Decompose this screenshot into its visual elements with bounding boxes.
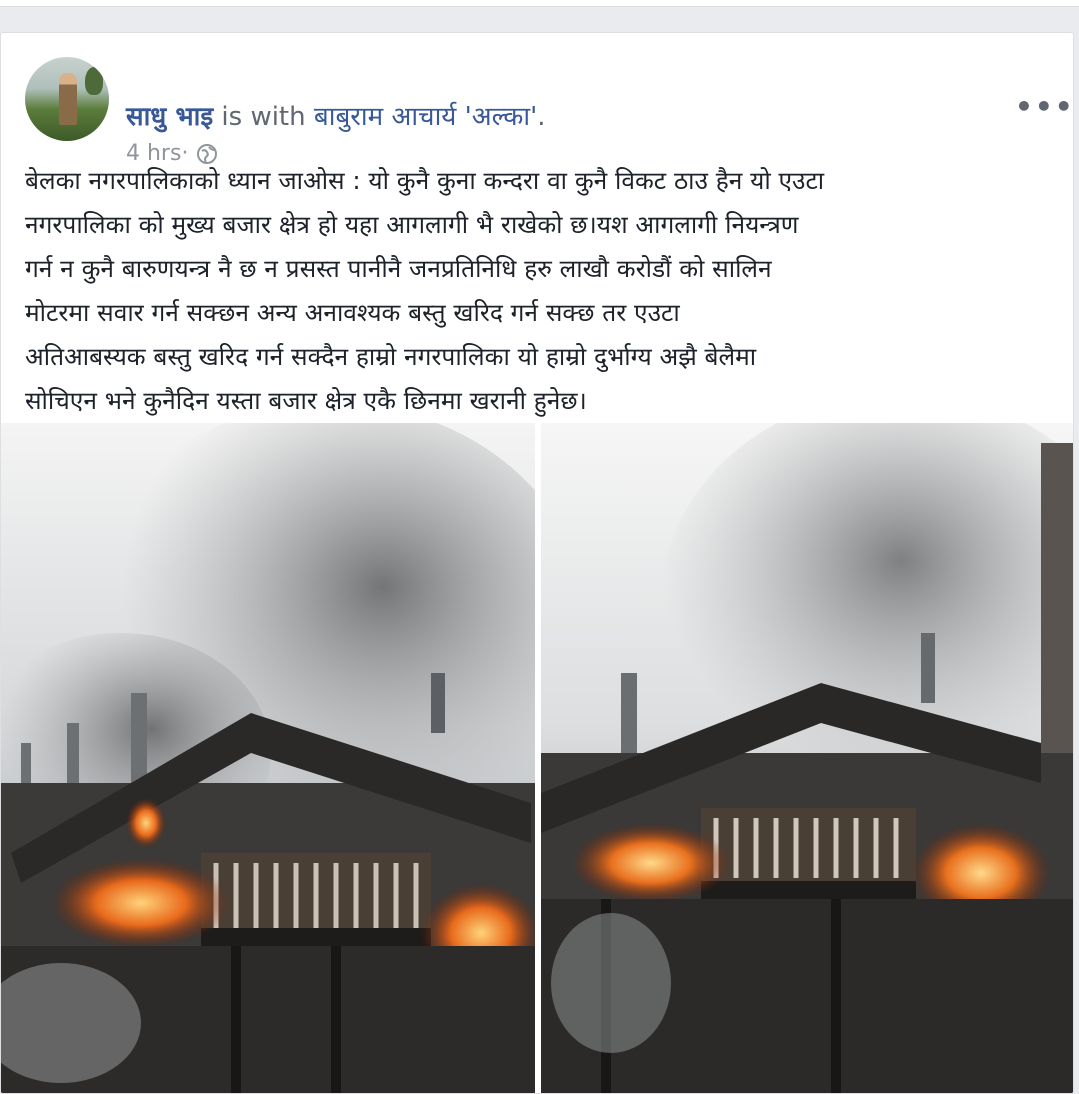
avatar-person-shape: [59, 73, 77, 125]
tagged-suffix: .: [537, 102, 546, 132]
post-header: साधु भाइ is with बाबुराम आचार्य 'अल्का'.: [126, 97, 546, 133]
fire-photo-right[interactable]: [541, 423, 1073, 1093]
tagged-user-link[interactable]: बाबुराम आचार्य 'अल्का': [314, 102, 537, 132]
author-name-link[interactable]: साधु भाइ: [126, 102, 213, 132]
avatar-tree-shape: [85, 67, 103, 95]
post-body-text: बेलका नगरपालिकाको ध्यान जाओस : यो कुनै क…: [25, 166, 825, 415]
with-text: is with: [213, 102, 314, 132]
avatar[interactable]: [25, 57, 109, 141]
fire-photo-left[interactable]: [1, 423, 535, 1093]
post-card: साधु भाइ is with बाबुराम आचार्य 'अल्का'.…: [0, 32, 1074, 1094]
previous-post-edge: [0, 0, 1079, 7]
more-options-icon[interactable]: •••: [1015, 91, 1073, 123]
